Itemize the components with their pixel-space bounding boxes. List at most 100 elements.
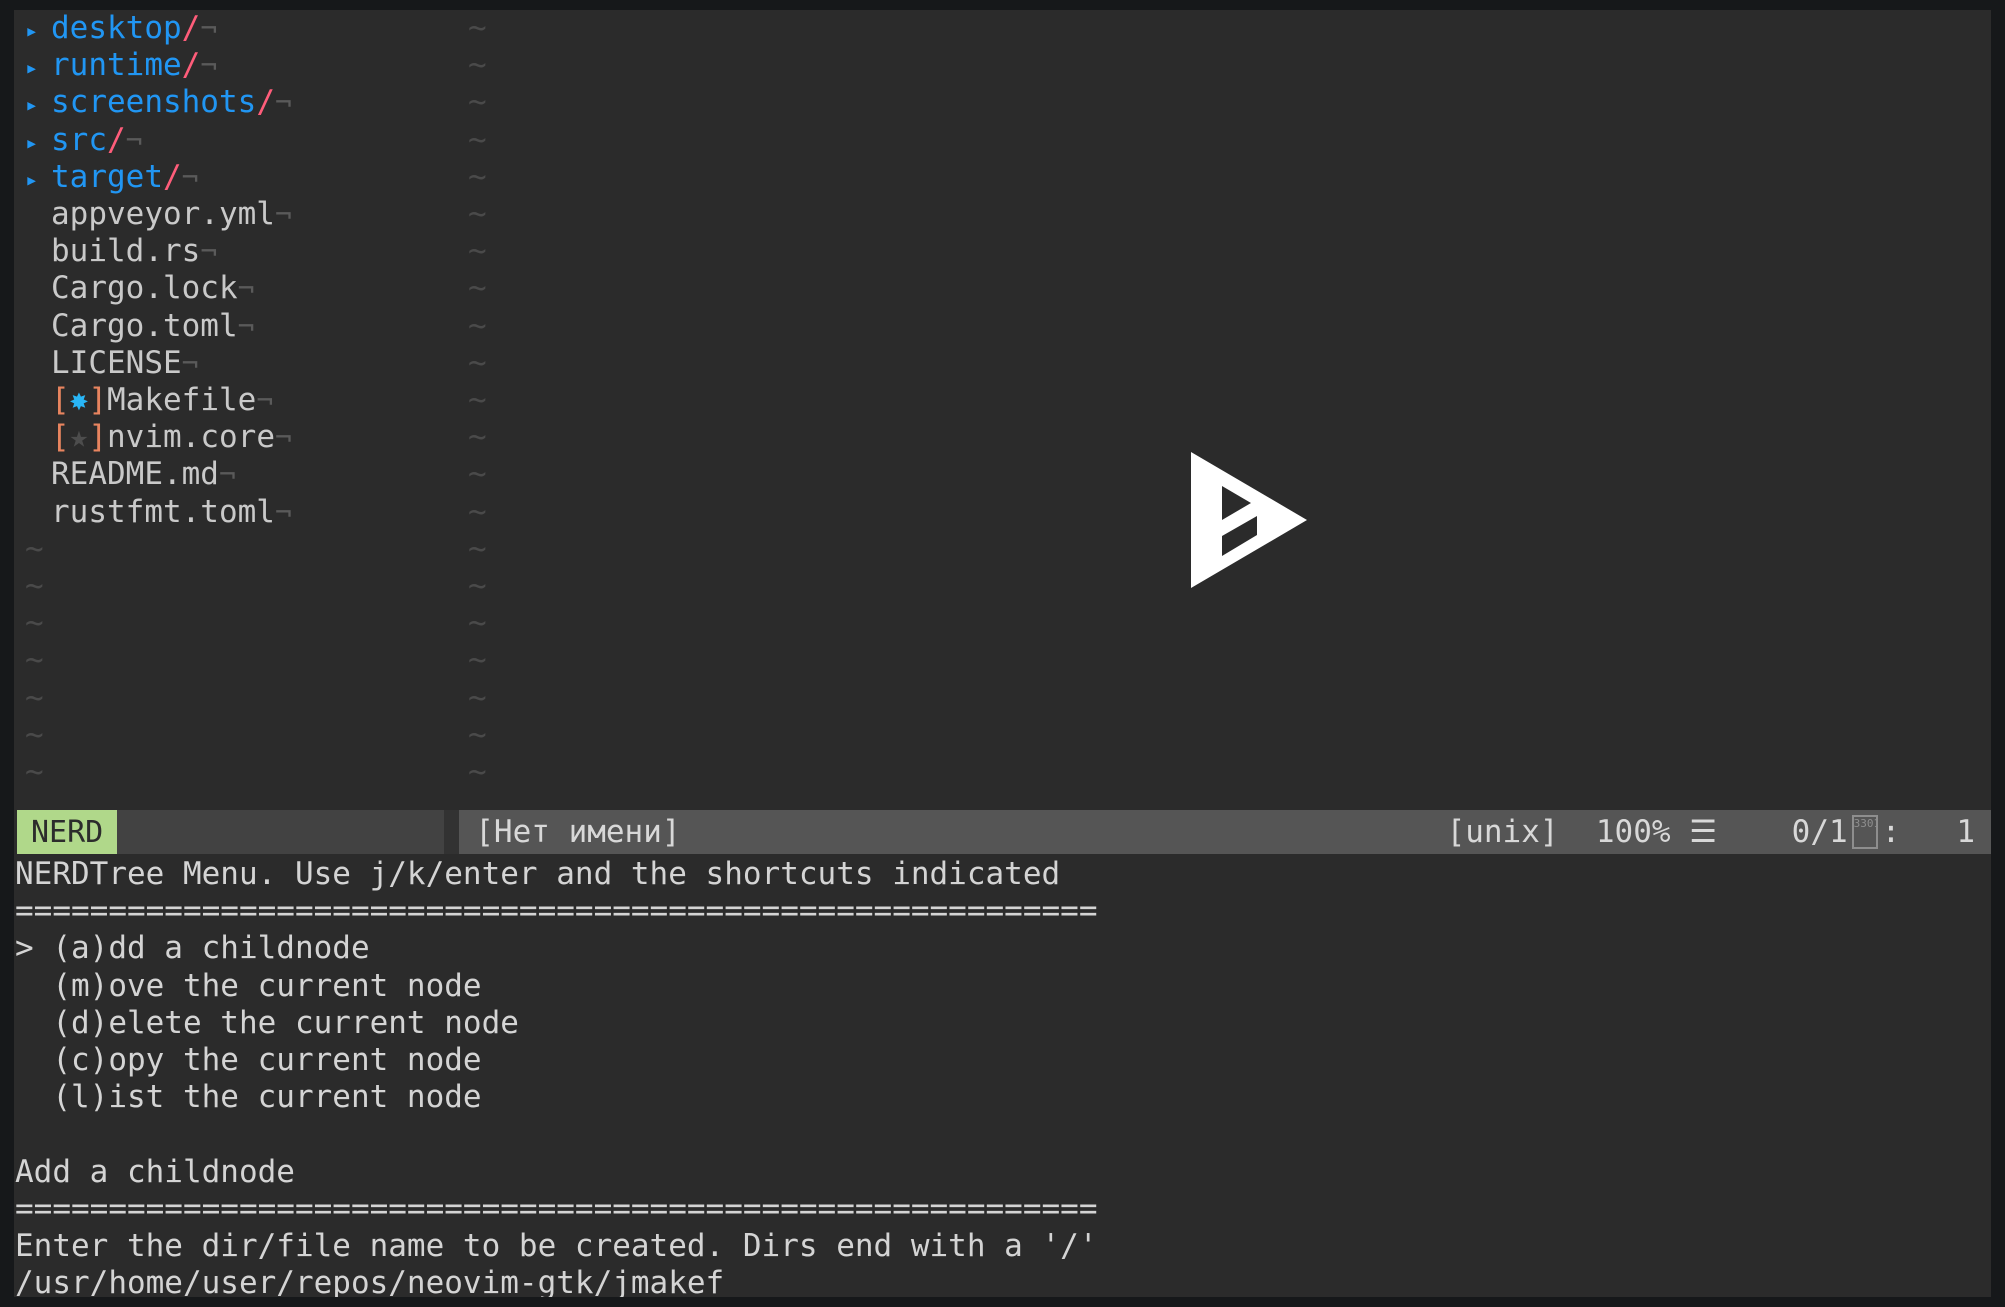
nerdtree-dir-target[interactable]: ▸ target/¬ — [14, 159, 199, 196]
nerdtree-file-Cargo-toml[interactable]: Cargo.toml¬ — [14, 308, 255, 345]
nerdtree-entry-label: target — [51, 158, 163, 195]
nerdtree-entry-label: runtime — [51, 47, 182, 84]
message-line: Add a childnode — [15, 1153, 295, 1190]
file-flag-star-icon: ★ — [69, 419, 89, 456]
empty-line-tilde: ~ — [25, 605, 44, 642]
message-line: ========================================… — [15, 1190, 1098, 1227]
empty-line-tilde: ~ — [25, 568, 44, 604]
command-input-path[interactable]: /usr/home/user/repos/neovim-gtk/jmakef — [14, 1265, 1991, 1297]
status-position: 0/1 — [1791, 814, 1848, 850]
status-right-section: [Нет имени] [unix] 100% ☰ 0/1 3301 : 1 — [459, 810, 1991, 854]
eol-marker: ¬ — [125, 123, 143, 157]
status-spacer-2 — [1671, 814, 1690, 850]
message-line: (m)ove the current node — [15, 967, 482, 1004]
nerdtree-file-LICENSE[interactable]: LICENSE¬ — [14, 345, 199, 382]
status-buffer-name: [Нет имени] — [475, 814, 681, 850]
nerdtree-dir-runtime[interactable]: ▸ runtime/¬ — [14, 47, 217, 84]
flag-open-bracket: [ — [51, 382, 70, 418]
expand-arrow-icon[interactable]: ▸ — [25, 50, 51, 87]
dir-slash: / — [181, 10, 201, 46]
expand-arrow-icon[interactable]: ▸ — [25, 162, 51, 199]
missing-glyph-box: 3301 — [1851, 815, 1878, 849]
nerdtree-dir-desktop[interactable]: ▸ desktop/¬ — [14, 10, 217, 47]
nerdtree-entry-label: Cargo.lock — [51, 270, 238, 307]
status-fileformat: [unix] — [1446, 814, 1559, 850]
empty-line-tilde: ~ — [468, 679, 487, 716]
empty-line-tilde: ~ — [468, 196, 487, 232]
status-split-divider — [444, 810, 460, 854]
nerdtree-file-nvim-core[interactable]: [★]nvim.core¬ — [14, 419, 292, 456]
empty-line-tilde: ~ — [468, 419, 487, 456]
file-flag-star-icon: ✸ — [69, 382, 89, 418]
nerdtree-file-Cargo-lock[interactable]: Cargo.lock¬ — [14, 270, 255, 307]
status-left-filler — [117, 810, 445, 854]
nerdtree-entry-label: Cargo.toml — [51, 307, 238, 344]
empty-line-tilde: ~ — [468, 84, 487, 121]
expand-arrow-icon[interactable]: ▸ — [25, 87, 51, 124]
empty-line-tilde: ~ — [468, 344, 487, 381]
empty-line-tilde: ~ — [25, 642, 44, 679]
status-spacer-1 — [1559, 814, 1596, 850]
eol-marker: ¬ — [274, 198, 292, 231]
expand-arrow-icon[interactable]: ▸ — [25, 13, 51, 50]
message-line: Enter the dir/file name to be created. D… — [15, 1228, 1098, 1264]
empty-line-tilde: ~ — [468, 642, 487, 679]
dir-slash: / — [181, 47, 201, 84]
nerdtree-file-README-md[interactable]: README.md¬ — [14, 456, 236, 493]
nerdtree-file-appveyor-yml[interactable]: appveyor.yml¬ — [14, 196, 292, 233]
nerdtree-entry-label: build.rs — [51, 233, 201, 270]
message-line: (d)elete the current node — [15, 1004, 519, 1041]
empty-line-tilde: ~ — [25, 679, 44, 716]
flag-close-bracket: ] — [88, 382, 108, 418]
empty-line-tilde: ~ — [468, 382, 487, 418]
empty-line-tilde: ~ — [468, 605, 487, 642]
eol-marker: ¬ — [275, 421, 292, 455]
nerdtree-dir-src[interactable]: ▸ src/¬ — [14, 122, 143, 159]
eol-marker: ¬ — [218, 458, 236, 492]
message-line: NERDTree Menu. Use j/k/enter and the sho… — [15, 856, 1061, 892]
eol-marker: ¬ — [274, 495, 292, 529]
status-separator: : — [1881, 814, 1901, 850]
nerdtree-file-rustfmt-toml[interactable]: rustfmt.toml¬ — [14, 494, 292, 531]
status-mode-badge: NERD — [17, 810, 118, 854]
eol-marker: ¬ — [200, 12, 218, 45]
empty-line-tilde: ~ — [468, 530, 487, 567]
nerdtree-file-build-rs[interactable]: build.rs¬ — [14, 233, 217, 270]
nerdtree-entry-label: appveyor.yml — [51, 196, 275, 232]
message-command-area[interactable]: NERDTree Menu. Use j/k/enter and the sho… — [14, 856, 1991, 1297]
empty-line-tilde: ~ — [468, 10, 487, 46]
nerdtree-entry-label: LICENSE — [51, 344, 182, 381]
message-line: (c)opy the current node — [15, 1042, 482, 1078]
eol-marker: ¬ — [200, 235, 218, 269]
empty-line-tilde: ~ — [25, 716, 44, 753]
dir-slash: / — [162, 158, 182, 195]
nerdtree-pane[interactable]: ▸ desktop/¬ ▸ runtime/¬ ▸ screenshots/¬ ▸ src/¬… — [14, 10, 454, 810]
empty-line-tilde: ~ — [25, 530, 44, 567]
empty-line-tilde: ~ — [468, 493, 487, 530]
eol-marker: ¬ — [256, 384, 274, 417]
empty-line-tilde: ~ — [468, 456, 487, 493]
flag-close-bracket: ] — [88, 419, 108, 456]
empty-buffer-pane[interactable]: ~ ~ ~ ~ ~ ~ ~ ~ ~ ~ ~ ~ ~ ~ ~ ~ ~ ~ ~ ~ ~ — [454, 10, 1991, 810]
eol-marker: ¬ — [237, 309, 255, 343]
nerdtree-file-Makefile[interactable]: [✸]Makefile¬ — [14, 382, 273, 419]
status-spacer-3 — [1717, 814, 1792, 850]
nerdtree-dir-screenshots[interactable]: ▸ screenshots/¬ — [14, 84, 292, 121]
neovim-gtk-window: ▸ desktop/¬ ▸ runtime/¬ ▸ screenshots/¬ ▸ src/¬… — [0, 0, 2005, 1307]
neovim-gtk-logo-icon — [1191, 452, 1307, 588]
nerdtree-entry-label: src — [51, 121, 107, 158]
empty-line-tilde: ~ — [468, 158, 487, 195]
expand-arrow-icon[interactable]: ▸ — [25, 125, 51, 162]
empty-line-tilde: ~ — [25, 754, 44, 790]
empty-line-tilde: ~ — [468, 121, 487, 158]
eol-marker: ¬ — [181, 346, 199, 380]
